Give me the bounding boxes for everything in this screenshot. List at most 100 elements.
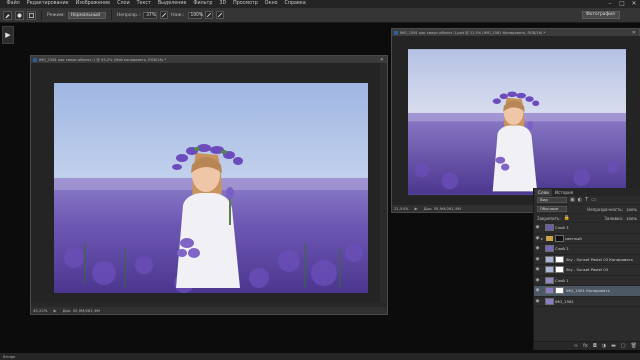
- visibility-eye-icon[interactable]: ◉: [534, 257, 541, 262]
- menu-item[interactable]: Файл: [3, 0, 23, 8]
- panel-tabs: Слои История: [534, 188, 640, 196]
- layer-mask-thumbnail[interactable]: [555, 287, 564, 295]
- zoom-level[interactable]: 45,22%: [33, 308, 47, 313]
- visibility-eye-icon[interactable]: ◉: [534, 246, 541, 251]
- airbrush-icon[interactable]: [204, 11, 213, 19]
- fx-icon[interactable]: fx: [583, 343, 588, 349]
- link-icon[interactable]: ∞: [574, 343, 578, 349]
- layer-row[interactable]: ◉ Слой 3: [534, 223, 640, 234]
- document-window-secondary: IMG_1581 как смарт-объект-1.psd @ 21,5% …: [391, 28, 640, 213]
- filter-type-icon[interactable]: T: [585, 197, 588, 203]
- layer-thumbnail: [545, 224, 554, 232]
- canvas-area[interactable]: [392, 36, 640, 207]
- filter-pixel-icon[interactable]: ▣: [570, 197, 575, 203]
- opacity-field[interactable]: 100%: [626, 207, 637, 212]
- status-menu-icon[interactable]: ▶: [53, 308, 56, 313]
- layer-row[interactable]: ◉ Слой 1: [534, 276, 640, 286]
- layer-row[interactable]: ◉ IMG_1581 Копировать: [534, 286, 640, 297]
- menu-item[interactable]: Просмотр: [230, 0, 262, 8]
- mode-select[interactable]: Нормальный: [67, 11, 106, 19]
- fill-field[interactable]: 100%: [626, 216, 637, 221]
- document-tab[interactable]: IMG_1581 как смарт-объект-1 @ 45,2% (Мой…: [31, 56, 387, 63]
- lock-row: Закрепить: 🔒 Заливка: 100%: [534, 214, 640, 223]
- layer-name: Слой 1: [555, 277, 569, 283]
- layer-row[interactable]: ◉ IMG_1581: [534, 297, 640, 307]
- canvas-area[interactable]: [31, 63, 382, 302]
- layer-row[interactable]: ◉ ▸ светлый: [534, 234, 640, 244]
- separator: [110, 10, 112, 20]
- pressure-opacity-icon[interactable]: [160, 11, 169, 19]
- document-title: IMG_1581 как смарт-объект-1 @ 45,2% (Мой…: [39, 57, 167, 62]
- blend-mode-select[interactable]: Обычные: [537, 206, 567, 212]
- document-size: Док: 55,9M/281,9M: [62, 308, 100, 313]
- layer-name: Sky - Sunset Pastel 03: [566, 267, 609, 273]
- visibility-eye-icon[interactable]: ◉: [534, 267, 541, 272]
- visibility-eye-icon[interactable]: ◉: [534, 299, 541, 304]
- document-window-main: IMG_1581 как смарт-объект-1 @ 45,2% (Мой…: [30, 55, 388, 315]
- brush-panel-icon[interactable]: [27, 10, 36, 20]
- tab-history[interactable]: История: [552, 189, 576, 196]
- menu-item[interactable]: Фильтр: [190, 0, 216, 8]
- menu-item[interactable]: Текст: [133, 0, 154, 8]
- menu-item[interactable]: Слои: [114, 0, 133, 8]
- layer-row[interactable]: ◉ Sky - Sunset Pastel 03 Копировать: [534, 255, 640, 265]
- visibility-eye-icon[interactable]: ◉: [534, 225, 541, 230]
- layer-row[interactable]: ◉ Слой 2: [534, 244, 640, 255]
- menu-item[interactable]: Окно: [261, 0, 281, 8]
- tools-panel: ▶: [2, 26, 14, 44]
- document-status-bar: 45,22% ▶ Док: 55,9M/281,9M: [31, 307, 387, 314]
- menu-item[interactable]: Редактирование: [23, 0, 72, 8]
- zoom-level[interactable]: 21,54%: [394, 206, 408, 211]
- trash-icon[interactable]: 🗑: [631, 343, 637, 349]
- folder-icon[interactable]: ▬: [611, 343, 616, 349]
- layer-thumbnail: [545, 276, 554, 284]
- brush-size-icon[interactable]: [15, 10, 24, 20]
- layers-panel-footer: ∞ fx ◘ ◑ ▬ ▢ 🗑: [534, 341, 640, 350]
- layer-thumbnail: [545, 255, 554, 263]
- layer-thumbnail: [545, 297, 554, 305]
- vertical-scrollbar[interactable]: [380, 63, 387, 302]
- close-document-icon[interactable]: ✕: [380, 57, 384, 63]
- document-title: IMG_1581 как смарт-объект-1.psd @ 21,5% …: [400, 30, 546, 35]
- layer-name: Слой 3: [555, 225, 569, 231]
- status-menu-icon[interactable]: ▶: [414, 206, 417, 211]
- menu-item[interactable]: Выделение: [154, 0, 190, 8]
- adjustment-icon[interactable]: ◑: [602, 343, 606, 349]
- menu-items: Файл Редактирование Изображение Слои Текст Вы…: [3, 0, 309, 8]
- opacity-field[interactable]: 37%: [143, 11, 158, 19]
- visibility-eye-icon[interactable]: ◉: [534, 236, 541, 241]
- visibility-eye-icon[interactable]: ◉: [534, 278, 541, 283]
- close-button[interactable]: ✕: [631, 1, 637, 7]
- flow-label: Наж.:: [171, 12, 185, 18]
- app-status-bar[interactable]: Bridge: [0, 353, 640, 360]
- layer-row[interactable]: ◉ Sky - Sunset Pastel 03: [534, 265, 640, 276]
- mask-icon[interactable]: ◘: [593, 343, 597, 349]
- maximize-button[interactable]: □: [619, 1, 625, 7]
- document-size: Док: 55,9M/281,9M: [423, 206, 461, 211]
- filter-shape-icon[interactable]: ▭: [591, 197, 596, 203]
- lock-icon[interactable]: 🔒: [564, 215, 570, 221]
- new-layer-icon[interactable]: ▢: [621, 343, 626, 349]
- menu-bar: Файл Редактирование Изображение Слои Текст Вы…: [0, 0, 640, 8]
- tab-layers[interactable]: Слои: [535, 189, 552, 196]
- layer-mask-thumbnail[interactable]: [555, 255, 564, 263]
- mode-label: Режим:: [47, 12, 65, 18]
- opacity-label: Непрозрачность:: [587, 206, 624, 212]
- layer-mask-thumbnail[interactable]: [555, 266, 564, 274]
- visibility-eye-icon[interactable]: ◉: [534, 288, 541, 293]
- pressure-size-icon[interactable]: [215, 11, 224, 19]
- layers-list: ◉ Слой 3 ◉ ▸ светлый ◉ Слой 2 ◉ Sky - Sunset Pas…: [534, 223, 640, 307]
- flow-field[interactable]: 100%: [187, 11, 203, 19]
- kind-filter-select[interactable]: Вид: [537, 197, 567, 203]
- menu-item[interactable]: 3D: [216, 0, 230, 8]
- workspace-select[interactable]: Фотография: [582, 11, 620, 19]
- close-document-icon[interactable]: ✕: [632, 30, 636, 36]
- filter-adjust-icon[interactable]: ◐: [578, 197, 582, 203]
- menu-item[interactable]: Изображение: [72, 0, 114, 8]
- document-tab[interactable]: IMG_1581 как смарт-объект-1.psd @ 21,5% …: [392, 29, 639, 36]
- expand-tools-icon[interactable]: ▶: [3, 30, 13, 40]
- opacity-label: Непрозр.:: [116, 12, 141, 18]
- brush-tool-icon[interactable]: [3, 10, 12, 20]
- minimize-button[interactable]: –: [607, 1, 613, 7]
- menu-item[interactable]: Справка: [281, 0, 309, 8]
